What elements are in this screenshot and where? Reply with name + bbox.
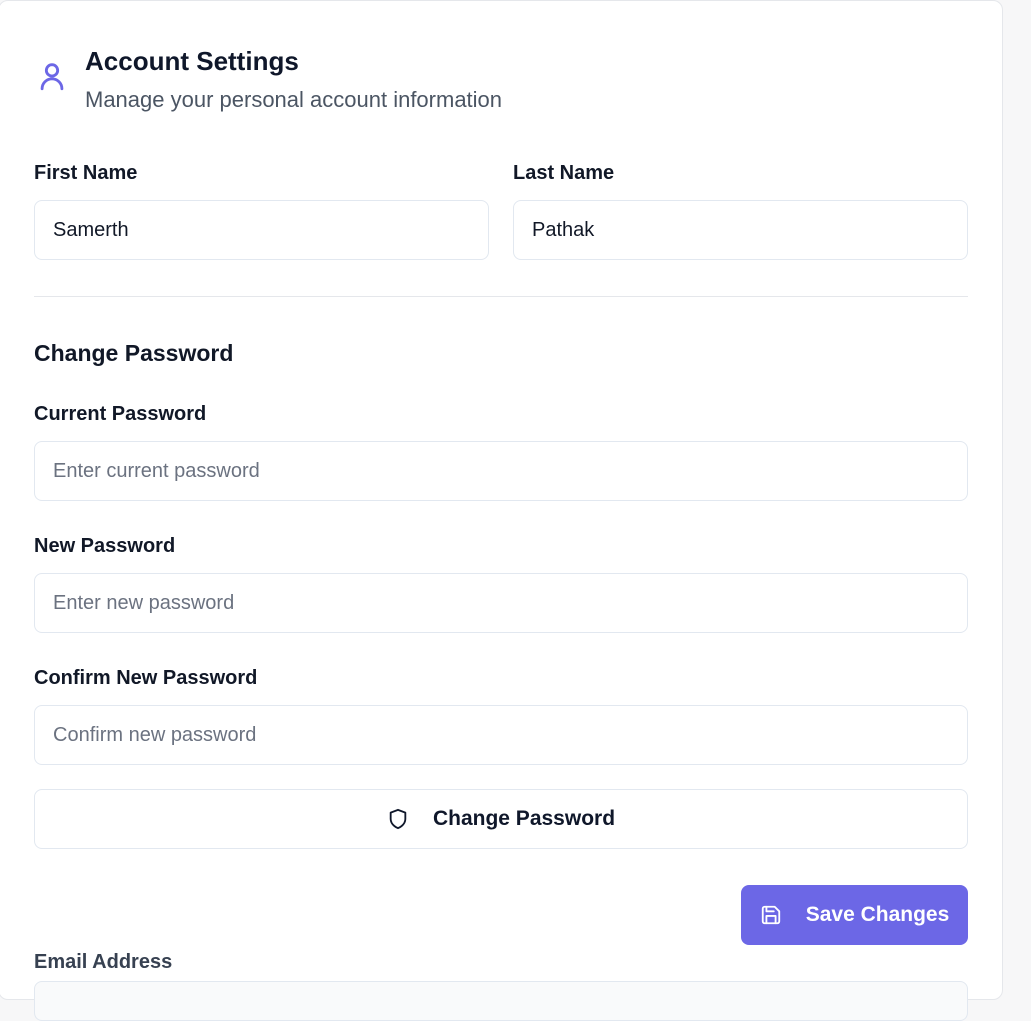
last-name-label: Last Name [513, 162, 615, 184]
shield-icon [387, 807, 409, 831]
save-changes-button-label: Save Changes [805, 903, 950, 926]
first-name-label: First Name [34, 162, 138, 184]
page-subtitle: Manage your personal account information [85, 87, 503, 112]
change-password-heading: Change Password [34, 340, 234, 366]
change-password-button-label: Change Password [432, 807, 616, 830]
save-changes-button[interactable]: Save Changes [741, 885, 968, 945]
change-password-button[interactable]: Change Password [34, 789, 968, 849]
user-icon [35, 45, 85, 93]
email-address-label: Email Address [34, 951, 173, 973]
settings-header: Account Settings Manage your personal ac… [35, 45, 502, 117]
new-password-input[interactable] [34, 573, 968, 633]
last-name-input[interactable] [513, 200, 968, 260]
email-address-input[interactable] [34, 981, 968, 1021]
first-name-input[interactable] [34, 200, 489, 260]
confirm-password-label: Confirm New Password [34, 667, 258, 689]
new-password-label: New Password [34, 535, 176, 557]
current-password-label: Current Password [34, 403, 207, 425]
save-icon [760, 904, 782, 926]
current-password-input[interactable] [34, 441, 968, 501]
header-text: Account Settings Manage your personal ac… [85, 45, 502, 117]
account-settings-card: Account Settings Manage your personal ac… [0, 0, 1003, 1021]
section-divider [34, 296, 968, 297]
page-title: Account Settings [85, 46, 299, 76]
confirm-password-input[interactable] [34, 705, 968, 765]
